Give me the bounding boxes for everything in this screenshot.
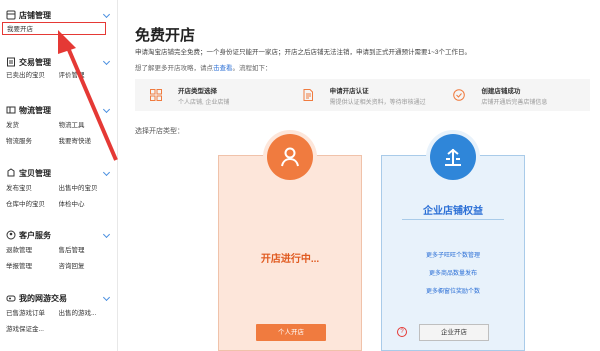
divider bbox=[402, 219, 504, 220]
chevron-down-icon[interactable] bbox=[102, 105, 111, 114]
step-title: 开店类型选择 bbox=[178, 87, 217, 95]
enterprise-icon bbox=[430, 134, 476, 180]
sidebar-item-send-express[interactable]: 我要寄快递 bbox=[59, 135, 112, 148]
trade-icon bbox=[6, 57, 16, 67]
step-created: 创建店铺成功 店铺开通后完善店铺信息 bbox=[438, 79, 590, 111]
step-sub: 需提供认证相关资料，等待审核通过 bbox=[329, 99, 426, 106]
sidebar-item-reviews[interactable]: 评价管理 bbox=[59, 69, 112, 82]
guide-suffix: 。流程如下： bbox=[232, 65, 272, 72]
service-icon bbox=[6, 230, 16, 240]
guide-text: 想了解更多开店攻略，请点击查看。流程如下： bbox=[135, 62, 272, 72]
sidebar-section-trade: 交易管理 已卖出的宝贝 评价管理 bbox=[0, 55, 117, 82]
choose-type-label: 选择开店类型： bbox=[135, 128, 184, 135]
chevron-down-icon[interactable] bbox=[102, 57, 111, 66]
chevron-down-icon[interactable] bbox=[102, 10, 111, 19]
sidebar-section-header[interactable]: 我的网游交易 bbox=[6, 291, 111, 305]
sidebar-item-health-check[interactable]: 体检中心 bbox=[59, 198, 112, 211]
person-icon bbox=[267, 134, 313, 180]
step-title: 申请开店认证 bbox=[329, 87, 369, 95]
sidebar-item-on-sale[interactable]: 出售中的宝贝 bbox=[59, 182, 112, 195]
sidebar-item-sold[interactable]: 已卖出的宝贝 bbox=[6, 69, 59, 82]
enterprise-feature: 更多商品数量发布 bbox=[428, 271, 477, 277]
process-steps: 开店类型选择 个人店铺, 企业店铺 申请开店认证 需提供认证相关资料，等待审核通… bbox=[135, 79, 590, 111]
guide-prefix: 想了解更多开店攻略，请点 bbox=[135, 65, 213, 72]
step-sub: 店铺开通后完善店铺信息 bbox=[481, 99, 548, 106]
sidebar-section-logistics: 物流管理 发货 物流工具 物流服务 我要寄快递 bbox=[0, 103, 117, 148]
enterprise-title: 企业店铺权益 bbox=[423, 206, 483, 217]
sidebar-item-game-deposit[interactable]: 游戏保证金... bbox=[6, 323, 59, 336]
chevron-down-icon[interactable] bbox=[102, 293, 111, 302]
sidebar-section-goods: 宝贝管理 发布宝贝 出售中的宝贝 仓库中的宝贝 体检中心 bbox=[0, 166, 117, 211]
enterprise-open-button[interactable]: 企业开店 bbox=[419, 324, 489, 341]
enterprise-store-card[interactable]: 企业店铺权益 更多子旺旺个数管理 更多商品数量发布 更多橱窗位奖励个数 ? 企业… bbox=[381, 134, 525, 351]
personal-open-button[interactable]: 个人开店 bbox=[256, 324, 326, 341]
sidebar-section-store: 店铺管理 我要开店 bbox=[0, 8, 117, 35]
main-content: 免费开店 申请淘宝店铺完全免费；一个身份证只能开一家店；开店之后店铺无法注销，申… bbox=[118, 0, 600, 351]
intro-text: 申请淘宝店铺完全免费；一个身份证只能开一家店；开店之后店铺无法注销，申请到正式开… bbox=[135, 49, 472, 56]
grid-icon bbox=[150, 89, 162, 101]
enterprise-feature: 更多橱窗位奖励个数 bbox=[425, 289, 480, 295]
chevron-down-icon[interactable] bbox=[102, 168, 111, 177]
sidebar-item-logistics-service[interactable]: 物流服务 bbox=[6, 135, 59, 148]
enterprise-feature: 更多子旺旺个数管理 bbox=[425, 253, 480, 259]
sidebar-item-refund[interactable]: 退款管理 bbox=[6, 244, 59, 257]
step-apply-auth: 申请开店认证 需提供认证相关资料，等待审核通过 bbox=[287, 79, 439, 111]
check-circle-icon bbox=[453, 89, 466, 101]
sidebar-section-service: 客户服务 退款管理 售后管理 举报管理 咨询回复 bbox=[0, 228, 117, 273]
sidebar-section-title: 交易管理 bbox=[19, 57, 51, 67]
sidebar-item-warehouse[interactable]: 仓库中的宝贝 bbox=[6, 198, 59, 211]
personal-store-card[interactable]: 开店进行中... 个人开店 bbox=[218, 134, 362, 351]
sidebar-item-report[interactable]: 举报管理 bbox=[6, 260, 59, 273]
sidebar-section-header[interactable]: 物流管理 bbox=[6, 103, 111, 117]
guide-link[interactable]: 击查看 bbox=[213, 65, 233, 72]
sidebar-section-title: 物流管理 bbox=[19, 105, 51, 115]
sidebar-section-header[interactable]: 店铺管理 bbox=[6, 8, 111, 22]
sidebar-section-title: 店铺管理 bbox=[19, 10, 51, 20]
chevron-down-icon[interactable] bbox=[102, 230, 111, 239]
sidebar: 店铺管理 我要开店 交易管理 已卖出的宝贝 评价管理 物流管理 发货 物流工具 … bbox=[0, 0, 118, 351]
sidebar-section-header[interactable]: 宝贝管理 bbox=[6, 166, 111, 180]
sidebar-item-ship[interactable]: 发货 bbox=[6, 119, 59, 132]
sidebar-item-publish[interactable]: 发布宝贝 bbox=[6, 182, 59, 195]
sidebar-section-title: 我的网游交易 bbox=[19, 293, 67, 303]
sidebar-item-open-store[interactable]: 我要开店 bbox=[2, 22, 106, 35]
step-sub: 个人店铺, 企业店铺 bbox=[178, 99, 230, 106]
sidebar-item-logistics-tools[interactable]: 物流工具 bbox=[59, 119, 112, 132]
personal-status: 开店进行中... bbox=[260, 254, 320, 265]
goods-icon bbox=[6, 168, 16, 178]
sidebar-section-header[interactable]: 交易管理 bbox=[6, 55, 111, 69]
sidebar-item-game-orders[interactable]: 已售游戏订单 bbox=[6, 307, 59, 320]
sidebar-item-after-sale[interactable]: 售后管理 bbox=[59, 244, 112, 257]
sidebar-section-header[interactable]: 客户服务 bbox=[6, 228, 111, 242]
game-icon bbox=[6, 293, 16, 303]
sidebar-section-title: 客户服务 bbox=[19, 230, 51, 240]
sidebar-item-game-selling[interactable]: 出售的游戏... bbox=[59, 307, 112, 320]
sidebar-section-game: 我的网游交易 已售游戏订单 出售的游戏... 游戏保证金... bbox=[0, 291, 117, 336]
help-icon[interactable]: ? bbox=[397, 327, 407, 337]
sidebar-item-consult[interactable]: 咨询回复 bbox=[59, 260, 112, 273]
logistics-icon bbox=[6, 105, 16, 115]
store-icon bbox=[6, 10, 16, 20]
step-choose-type: 开店类型选择 个人店铺, 企业店铺 bbox=[135, 79, 287, 111]
step-title: 创建店铺成功 bbox=[481, 87, 521, 95]
document-icon bbox=[302, 89, 314, 101]
sidebar-section-title: 宝贝管理 bbox=[19, 168, 51, 178]
page-title: 免费开店 bbox=[135, 27, 196, 44]
